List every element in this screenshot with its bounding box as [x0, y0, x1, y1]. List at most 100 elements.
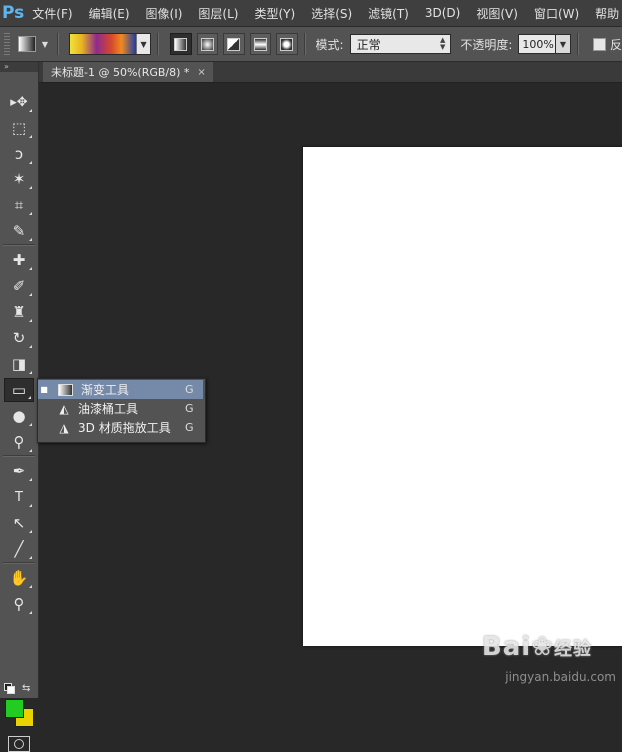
flyout-item-label: 3D 材质拖放工具 — [78, 421, 171, 435]
dodge-icon: ⚲ — [13, 433, 25, 451]
diamond-gradient-button[interactable] — [276, 33, 298, 55]
menu-help[interactable]: 帮助 — [587, 5, 622, 22]
close-icon[interactable]: × — [197, 67, 205, 78]
tool-group-divider — [3, 244, 35, 246]
crop-tool-button[interactable]: ⌗ — [4, 193, 34, 217]
menu-filter[interactable]: 滤镜(T) — [360, 5, 417, 22]
gradient-preview[interactable] — [70, 34, 137, 54]
dodge-tool-button[interactable]: ⚲ — [4, 430, 34, 454]
options-bar-grip[interactable] — [4, 33, 10, 55]
3d-material-drop-icon: ◮ — [59, 420, 69, 435]
zoom-tool-button[interactable]: ⚲ — [4, 592, 34, 616]
submenu-indicator-icon — [29, 478, 32, 481]
menu-window[interactable]: 窗口(W) — [526, 5, 587, 22]
flyout-item-shortcut: G — [185, 402, 194, 415]
flyout-item-shortcut: G — [185, 421, 194, 434]
menu-layer[interactable]: 图层(L) — [190, 5, 246, 22]
marquee-tool-button[interactable]: ⬚ — [4, 116, 34, 140]
brush-icon: ✐ — [12, 277, 26, 295]
document-tab[interactable]: 未标题-1 @ 50%(RGB/8) * × — [43, 62, 213, 82]
zoom-icon: ⚲ — [13, 595, 25, 613]
flyout-item-paint-bucket-tool[interactable]: ◭ 油漆桶工具 G — [38, 399, 203, 418]
submenu-indicator-icon — [29, 423, 32, 426]
gradient-tool-icon — [17, 36, 36, 52]
eraser-tool-button[interactable]: ◨ — [4, 352, 34, 376]
submenu-indicator-icon — [29, 449, 32, 452]
magic-wand-tool-button[interactable]: ✶ — [4, 167, 34, 191]
submenu-indicator-icon — [29, 611, 32, 614]
tool-preset-picker[interactable]: ▼ — [17, 33, 51, 55]
chevron-down-icon: ▼ — [41, 39, 49, 49]
linear-gradient-button[interactable] — [169, 33, 192, 55]
foreground-color-swatch[interactable] — [5, 699, 24, 718]
hand-icon: ✋ — [9, 569, 29, 587]
submenu-indicator-icon — [29, 293, 32, 296]
gradient-picker[interactable]: ▼ — [69, 33, 152, 55]
radial-gradient-button[interactable] — [196, 33, 219, 55]
quick-mask-icon — [14, 739, 24, 749]
document-canvas[interactable] — [303, 147, 622, 646]
submenu-indicator-icon — [29, 319, 32, 322]
menu-edit[interactable]: 编辑(E) — [81, 5, 138, 22]
move-tool-button[interactable]: ▸✥ — [4, 90, 34, 114]
mode-select[interactable]: 正常 ▲ ▼ — [349, 34, 452, 54]
submenu-indicator-icon — [29, 135, 32, 138]
pen-icon: ✒ — [12, 462, 26, 480]
gradient-tool-button[interactable]: ▭ — [4, 378, 34, 402]
watermark-brand: Bai❀经验 — [482, 632, 592, 662]
healing-tool-button[interactable]: ✚ — [4, 248, 34, 272]
watermark-brand-a: Bai — [481, 632, 532, 662]
paint-bucket-icon: ◭ — [59, 401, 69, 416]
opacity-input[interactable]: 100% — [518, 34, 556, 54]
default-colors-icon[interactable] — [4, 683, 15, 694]
menu-view[interactable]: 视图(V) — [468, 5, 526, 22]
flyout-item-gradient-tool[interactable]: ■ 渐变工具 G — [38, 380, 203, 399]
stamp-tool-button[interactable]: ♜ — [4, 300, 34, 324]
chevron-down-icon[interactable]: ▼ — [136, 34, 151, 54]
hand-tool-button[interactable]: ✋ — [4, 566, 34, 590]
panel-collapse-icon[interactable]: » — [0, 62, 38, 72]
diamond-gradient-icon — [280, 37, 294, 51]
opacity-dropdown-button[interactable]: ▼ — [555, 34, 572, 54]
swap-colors-icon[interactable]: ⇆ — [22, 683, 30, 694]
menu-select[interactable]: 选择(S) — [303, 5, 360, 22]
photoshop-logo: Ps — [2, 3, 25, 23]
history-brush-tool-button[interactable]: ↻ — [4, 326, 34, 350]
paw-icon: ❀ — [531, 632, 554, 662]
updown-arrows-icon: ▲ ▼ — [439, 36, 446, 51]
menu-bar: Ps 文件(F) 编辑(E) 图像(I) 图层(L) 类型(Y) 选择(S) 滤… — [0, 0, 622, 27]
eyedropper-icon: ✎ — [12, 222, 26, 240]
flyout-item-label: 渐变工具 — [81, 383, 130, 397]
gradient-icon: ▭ — [11, 381, 27, 399]
angle-gradient-button[interactable] — [223, 33, 245, 55]
blur-tool-button[interactable]: ● — [4, 404, 34, 428]
menu-file[interactable]: 文件(F) — [24, 5, 80, 22]
eyedropper-tool-button[interactable]: ✎ — [4, 219, 34, 243]
path-selection-tool-button[interactable]: ↖ — [4, 511, 34, 535]
tools-panel: » ▸✥ ⬚ ↄ ✶ ⌗ ✎ ✚ ✐ ♜ ↻ ◨ ▭ ● ⚲ ✒ T ↖ ╱ ✋ ⚲ ⇆ — [0, 62, 39, 752]
submenu-indicator-icon — [29, 267, 32, 270]
reflected-gradient-button[interactable] — [249, 33, 272, 55]
quick-mask-button[interactable] — [8, 736, 30, 752]
line-icon: ╱ — [14, 540, 24, 558]
watermark-brand-b: 经验 — [554, 639, 592, 660]
menu-3d[interactable]: 3D(D) — [417, 6, 468, 20]
divider — [303, 33, 306, 55]
brush-tool-button[interactable]: ✐ — [4, 274, 34, 298]
line-tool-button[interactable]: ╱ — [4, 537, 34, 561]
menu-type[interactable]: 类型(Y) — [246, 5, 303, 22]
flyout-item-3d-material-drop-tool[interactable]: ◮ 3D 材质拖放工具 G — [38, 418, 203, 437]
submenu-indicator-icon — [29, 371, 32, 374]
type-tool-button[interactable]: T — [4, 485, 34, 509]
radial-gradient-icon — [200, 37, 214, 51]
document-tab-bar: 未标题-1 @ 50%(RGB/8) * × — [39, 62, 622, 83]
lasso-icon: ↄ — [14, 145, 24, 163]
lasso-tool-button[interactable]: ↄ — [4, 142, 34, 166]
baidu-jingyan-watermark: Bai❀经验 jingyan.baidu.com — [482, 632, 616, 684]
menu-image[interactable]: 图像(I) — [138, 5, 191, 22]
angle-gradient-icon — [227, 37, 241, 51]
reverse-checkbox[interactable] — [593, 37, 606, 51]
document-tab-title: 未标题-1 @ 50%(RGB/8) * — [51, 66, 190, 79]
submenu-indicator-icon — [29, 585, 32, 588]
pen-tool-button[interactable]: ✒ — [4, 459, 34, 483]
